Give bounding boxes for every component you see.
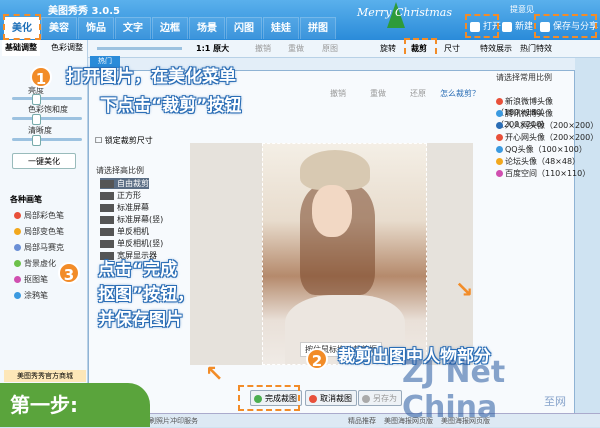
site-icon: [496, 146, 503, 153]
save-as-button[interactable]: 另存为: [358, 390, 402, 406]
undo-button[interactable]: 撤销: [255, 43, 271, 54]
menu-tab-doll[interactable]: 娃娃: [263, 17, 299, 39]
brush-item[interactable]: 背景虚化: [14, 258, 56, 269]
ratio-option[interactable]: 单反相机(竖): [100, 238, 163, 249]
lock-size-checkbox[interactable]: ☐ 锁定裁剪尺寸: [95, 135, 153, 146]
common-ratio-item[interactable]: 开心网头像（200×200）: [496, 132, 598, 143]
ratio-icon: [100, 191, 114, 200]
site-icon: [496, 98, 503, 105]
arrow-up-left-icon: ↖: [205, 362, 224, 387]
arrow-down-right-icon: ↘: [455, 278, 474, 303]
annotation-3-line3: 并保存图片: [98, 310, 183, 330]
common-ratio-title: 请选择常用比例: [496, 73, 552, 82]
dialog-restore[interactable]: 还原: [410, 88, 426, 99]
site-icon: [496, 134, 503, 141]
watermark-sub: 至网: [544, 395, 566, 408]
brightness-slider[interactable]: [12, 94, 82, 105]
brush-item[interactable]: 抠图笔: [14, 274, 48, 285]
ratio-option[interactable]: 标准屏幕: [100, 202, 149, 213]
site-icon: [496, 158, 503, 165]
brush-item[interactable]: 局部马赛克: [14, 242, 64, 253]
dialog-undo[interactable]: 撤销: [330, 88, 346, 99]
dialog-redo[interactable]: 重做: [370, 88, 386, 99]
hot-effects-tab[interactable]: 热门特效: [520, 43, 552, 54]
saturation-slider[interactable]: [12, 114, 82, 125]
brush-icon: [14, 276, 21, 283]
ratio-icon: [100, 215, 114, 224]
ratio-title: 请选择高比例: [96, 166, 144, 175]
beautify-highlight: [3, 14, 41, 40]
brush-icon: [14, 212, 21, 219]
mall-ad[interactable]: 美图秀秀官方商城: [4, 370, 86, 382]
tab-color-adjust[interactable]: 色彩调整: [48, 40, 86, 56]
menu-tab-flash[interactable]: 闪图: [226, 17, 262, 39]
menu-tab-scene[interactable]: 场景: [189, 17, 225, 39]
brush-item[interactable]: 涂鸦笔: [14, 290, 48, 301]
menu-tab-text[interactable]: 文字: [115, 17, 151, 39]
site-icon: [496, 170, 503, 177]
menu-tab-border[interactable]: 边框: [152, 17, 188, 39]
brush-icon: [14, 292, 21, 299]
ratio-icon: [100, 227, 114, 236]
restore-button[interactable]: 原图: [322, 43, 338, 54]
feature-tab[interactable]: 特效展示: [480, 43, 512, 54]
original-size-button[interactable]: 1:1 原大: [196, 43, 229, 54]
ratio-option[interactable]: 标准屏幕(竖): [100, 214, 163, 225]
ratio-option[interactable]: 单反相机: [100, 226, 149, 237]
menu-tab-accessory[interactable]: 饰品: [78, 17, 114, 39]
redo-button[interactable]: 重做: [288, 43, 304, 54]
annotation-1-line1: 打开图片，在美化菜单: [66, 67, 236, 87]
main-menu: 美化 美容 饰品 文字 边框 场景 闪图 娃娃 拼图: [4, 17, 336, 39]
annotation-1-line2: 下点击“裁剪”按钮: [100, 96, 242, 116]
watermark: ZJ Net China: [402, 355, 506, 425]
brush-icon: [14, 260, 21, 267]
step-label: 第一步:: [0, 383, 150, 427]
zoom-slider[interactable]: [97, 47, 182, 50]
cancel-icon: [309, 395, 317, 403]
ratio-option[interactable]: 自由裁剪: [100, 178, 149, 189]
save-highlight: [534, 14, 597, 38]
ratio-icon: [100, 179, 114, 188]
site-icon: [496, 122, 503, 129]
step-number-3: 3: [58, 262, 80, 284]
rotate-button[interactable]: 旋转: [380, 43, 396, 54]
annotation-3-line2: 抠图”按钮，: [98, 285, 195, 305]
brush-item[interactable]: 局部变色笔: [14, 226, 64, 237]
app-title: 美图秀秀 3.0.5: [48, 6, 120, 17]
crop-help-link[interactable]: 怎么裁剪？: [440, 88, 480, 99]
common-ratio-item[interactable]: 人人网头像（200×200）: [496, 120, 598, 131]
step-number-1: 1: [30, 66, 52, 88]
feedback-link[interactable]: 提意见: [510, 4, 534, 15]
cancel-crop-button[interactable]: 取消裁图: [305, 390, 357, 406]
menu-tab-beauty[interactable]: 美容: [41, 17, 77, 39]
brush-icon: [14, 228, 21, 235]
common-ratio-item[interactable]: 论坛头像（48×48）: [496, 156, 580, 167]
brushes-title: 各种画笔: [10, 195, 42, 204]
plus-icon: [502, 22, 512, 32]
save-as-icon: [362, 395, 370, 403]
ratio-icon: [100, 239, 114, 248]
tab-basic-adjust[interactable]: 基础调整: [2, 40, 40, 56]
ratio-icon: [100, 203, 114, 212]
brush-icon: [14, 244, 21, 251]
common-ratio-item[interactable]: 百度空间（110×110）: [496, 168, 590, 179]
open-highlight: [465, 14, 499, 38]
common-ratio-item[interactable]: QQ头像（100×100）: [496, 144, 587, 155]
ratio-option[interactable]: 正方形: [100, 190, 141, 201]
step-number-2: 2: [306, 348, 328, 370]
christmas-greeting: Merry Christmas: [357, 6, 452, 19]
new-button[interactable]: 新建: [500, 18, 533, 36]
site-icon: [496, 110, 503, 117]
crop-box[interactable]: [262, 143, 427, 365]
annotation-3-line1: 点击“完成: [98, 260, 178, 280]
menu-tab-collage[interactable]: 拼图: [300, 17, 336, 39]
brush-item[interactable]: 局部彩色笔: [14, 210, 64, 221]
sharpness-slider[interactable]: [12, 135, 82, 146]
done-highlight: [238, 385, 300, 411]
one-key-beautify-button[interactable]: 一键美化: [12, 153, 76, 169]
resize-button[interactable]: 尺寸: [444, 43, 460, 54]
